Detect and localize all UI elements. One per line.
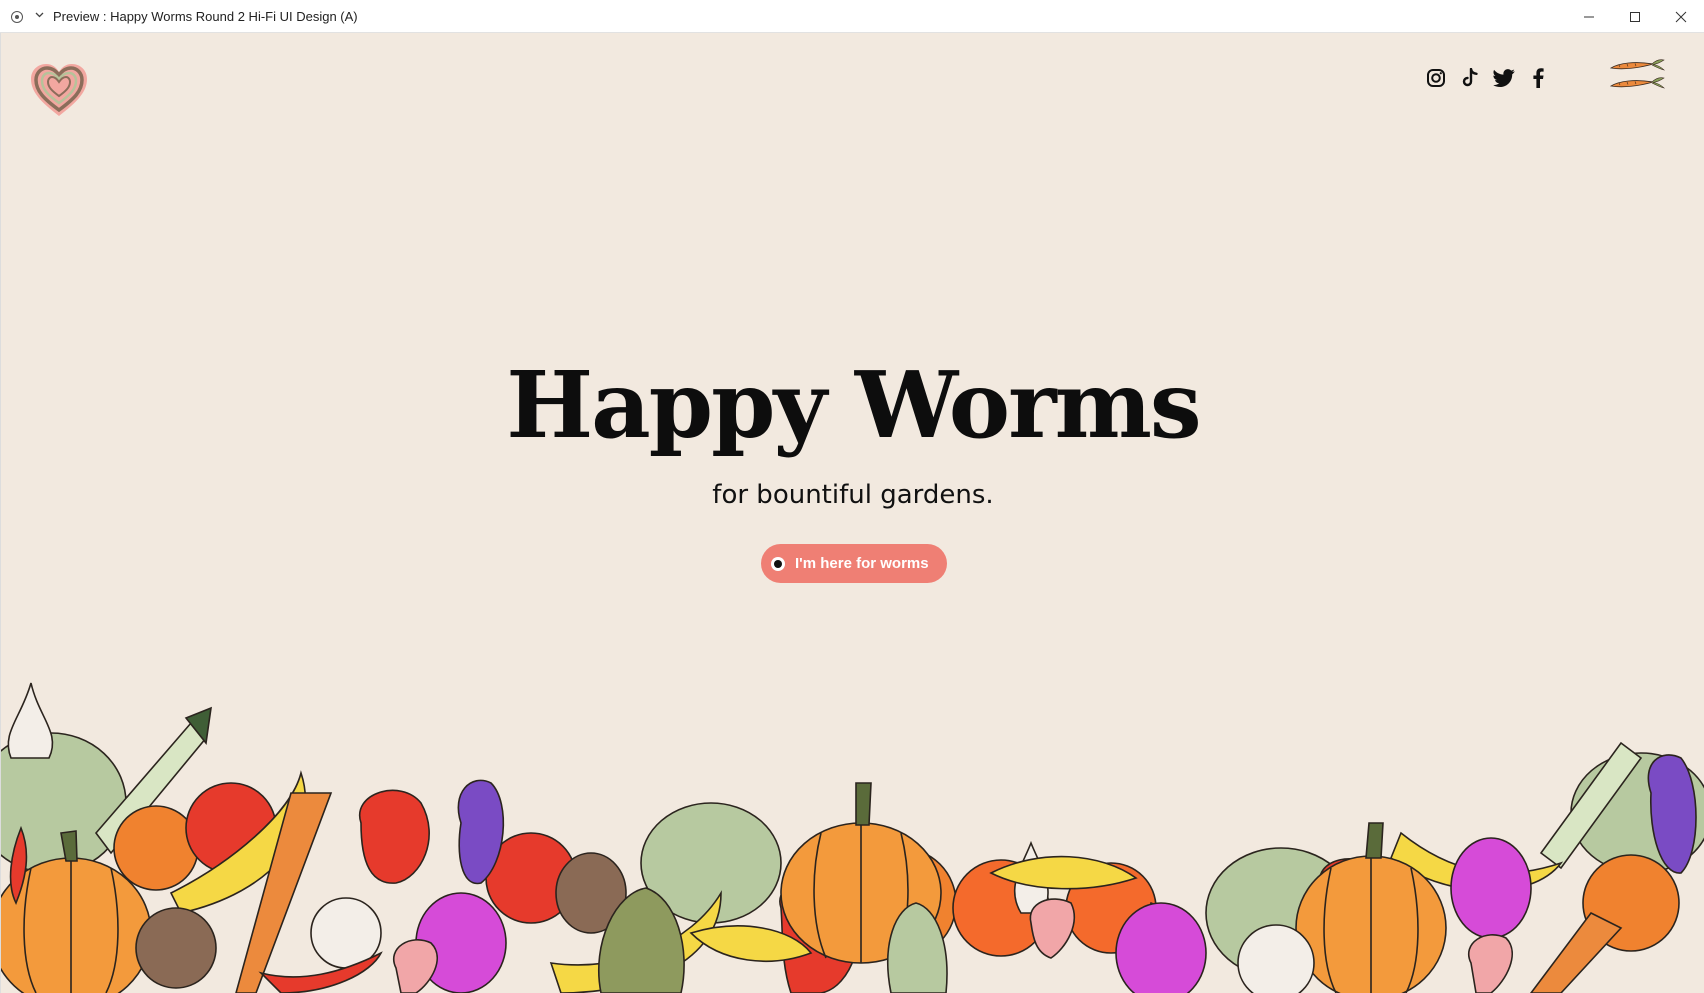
cta-label: I'm here for worms [795, 555, 929, 572]
twitter-icon [1493, 69, 1515, 87]
close-button[interactable] [1661, 4, 1701, 30]
hero-subtitle: for bountiful gardens. [712, 480, 994, 510]
facebook-icon [1533, 68, 1544, 88]
window-menu-icon[interactable] [11, 11, 23, 23]
vegetables-border-illustration [1, 682, 1704, 993]
minimize-button[interactable] [1569, 4, 1609, 30]
social-links [1425, 67, 1549, 89]
carrot-menu-icon[interactable] [1607, 58, 1667, 98]
facebook-link[interactable] [1527, 67, 1549, 89]
instagram-icon [1427, 69, 1445, 87]
cta-button[interactable]: I'm here for worms [761, 544, 947, 583]
window-titlebar: Preview : Happy Worms Round 2 Hi-Fi UI D… [0, 0, 1704, 33]
instagram-link[interactable] [1425, 67, 1447, 89]
tiktok-link[interactable] [1459, 67, 1481, 89]
maximize-button[interactable] [1615, 4, 1655, 30]
tiktok-icon [1462, 68, 1478, 87]
cta-eye-icon [771, 556, 785, 571]
window-title: Preview : Happy Worms Round 2 Hi-Fi UI D… [53, 9, 358, 24]
page: Happy Worms for bountiful gardens. I'm h… [0, 33, 1704, 993]
close-icon [1675, 11, 1687, 23]
chevron-down-icon[interactable] [34, 9, 45, 20]
twitter-link[interactable] [1493, 67, 1515, 89]
maximize-icon [1630, 12, 1640, 22]
hero-title: Happy Worms [506, 351, 1201, 459]
heart-logo-icon[interactable] [29, 62, 89, 118]
minimize-icon [1584, 16, 1594, 18]
